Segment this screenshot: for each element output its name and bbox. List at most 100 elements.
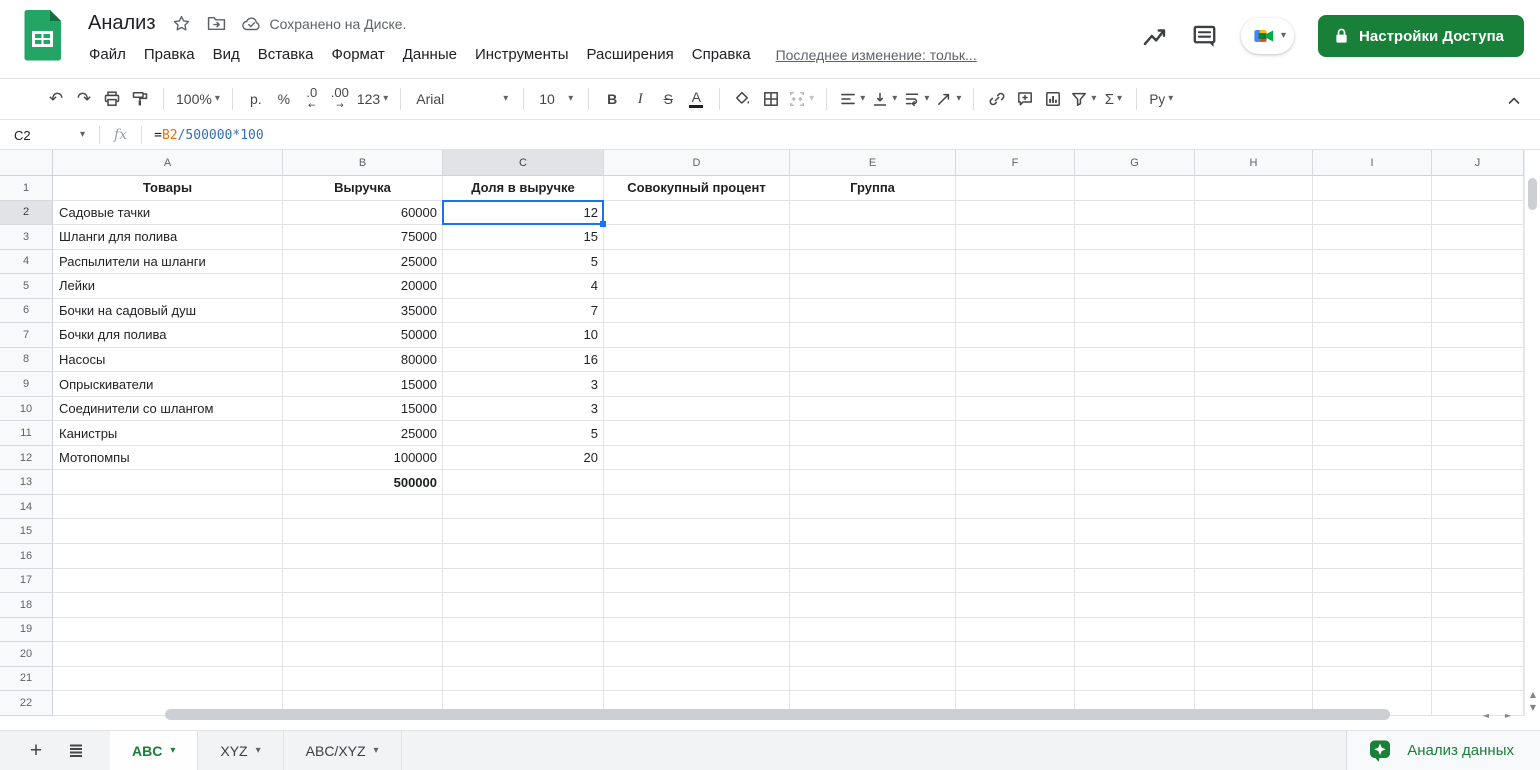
cell-A14[interactable] [53,494,283,520]
cell-I9[interactable] [1313,372,1432,397]
cell-H9[interactable] [1195,372,1313,397]
cell-G20[interactable] [1075,642,1195,667]
cell-J4[interactable] [1432,249,1524,275]
cell-B13[interactable]: 500000 [283,470,443,495]
cell-E2[interactable] [790,200,956,226]
cell-H13[interactable] [1195,470,1313,495]
row-header-6[interactable]: 6 [0,298,53,324]
row-header-12[interactable]: 12 [0,445,53,471]
meet-call-button[interactable]: ▾ [1241,18,1295,54]
row-header-22[interactable]: 22 [0,691,53,716]
cell-I2[interactable] [1313,200,1432,226]
cell-H16[interactable] [1195,543,1313,569]
cell-F3[interactable] [956,225,1075,250]
cell-F10[interactable] [956,396,1075,422]
cell-D18[interactable] [604,593,790,618]
cell-A1[interactable]: Товары [53,176,283,201]
cell-I21[interactable] [1313,666,1432,692]
cell-E3[interactable] [790,225,956,250]
cell-C6[interactable]: 7 [443,298,604,324]
cell-H15[interactable] [1195,519,1313,544]
cell-E17[interactable] [790,568,956,594]
cell-J2[interactable] [1432,200,1524,226]
cell-D8[interactable] [604,347,790,373]
cell-I1[interactable] [1313,176,1432,201]
row-header-21[interactable]: 21 [0,666,53,692]
cell-B17[interactable] [283,568,443,594]
activity-trend-icon[interactable] [1142,24,1168,48]
cell-F4[interactable] [956,249,1075,275]
cell-G21[interactable] [1075,666,1195,692]
row-header-2[interactable]: 2 [0,200,53,226]
row-header-13[interactable]: 13 [0,470,53,495]
cell-A21[interactable] [53,666,283,692]
cell-A16[interactable] [53,543,283,569]
menu-help[interactable]: Справка [683,42,760,67]
cell-G6[interactable] [1075,298,1195,324]
borders-button[interactable] [757,85,785,113]
spreadsheet-grid[interactable]: A B C D E F G H I J 1 Товары Выручка Доля в выручке Со… [0,150,1524,730]
cell-D17[interactable] [604,568,790,594]
row-header-10[interactable]: 10 [0,396,53,422]
cell-F1[interactable] [956,176,1075,201]
cell-H6[interactable] [1195,298,1313,324]
horizontal-scrollbar-thumb[interactable] [165,709,1390,720]
cell-A2[interactable]: Садовые тачки [53,200,283,226]
cell-B10[interactable]: 15000 [283,396,443,422]
cell-J21[interactable] [1432,666,1524,692]
cell-D9[interactable] [604,372,790,397]
cell-D4[interactable] [604,249,790,275]
percent-format-button[interactable]: % [270,85,298,113]
cell-A3[interactable]: Шланги для полива [53,225,283,250]
column-header-C[interactable]: C [443,150,604,176]
row-header-7[interactable]: 7 [0,323,53,348]
create-filter-button[interactable]: ▾ [1067,85,1099,113]
cell-I12[interactable] [1313,445,1432,471]
cell-F5[interactable] [956,274,1075,299]
cell-A15[interactable] [53,519,283,544]
cell-D13[interactable] [604,470,790,495]
name-box[interactable]: C2 [0,128,80,143]
scroll-right-arrow[interactable]: ► [1502,709,1514,721]
cell-A9[interactable]: Опрыскиватели [53,372,283,397]
currency-format-button[interactable]: р. [242,85,270,113]
cell-D15[interactable] [604,519,790,544]
sheet-tab-menu-caret[interactable]: ▾ [256,745,261,756]
cell-H20[interactable] [1195,642,1313,667]
cell-H5[interactable] [1195,274,1313,299]
font-family-select[interactable]: Arial ▾ [410,85,514,113]
cell-G5[interactable] [1075,274,1195,299]
cell-G9[interactable] [1075,372,1195,397]
sheets-logo-icon[interactable] [24,9,62,61]
column-header-G[interactable]: G [1075,150,1195,176]
cell-B20[interactable] [283,642,443,667]
cell-A5[interactable]: Лейки [53,274,283,299]
cell-C20[interactable] [443,642,604,667]
cell-D2[interactable] [604,200,790,226]
cell-B18[interactable] [283,593,443,618]
row-header-15[interactable]: 15 [0,519,53,544]
cell-G11[interactable] [1075,421,1195,446]
column-header-E[interactable]: E [790,150,956,176]
cell-J18[interactable] [1432,593,1524,618]
cell-H17[interactable] [1195,568,1313,594]
column-header-A[interactable]: A [53,150,283,176]
text-wrap-button[interactable]: ▾ [900,85,932,113]
column-header-D[interactable]: D [604,150,790,176]
italic-button[interactable]: I [626,85,654,113]
cell-D20[interactable] [604,642,790,667]
cell-E21[interactable] [790,666,956,692]
row-header-11[interactable]: 11 [0,421,53,446]
row-header-14[interactable]: 14 [0,494,53,520]
cell-D3[interactable] [604,225,790,250]
cell-A7[interactable]: Бочки для полива [53,323,283,348]
vertical-scrollbar[interactable]: ▲ ▼ [1524,150,1540,716]
cell-C19[interactable] [443,617,604,643]
cell-F20[interactable] [956,642,1075,667]
column-header-I[interactable]: I [1313,150,1432,176]
cell-E11[interactable] [790,421,956,446]
cell-C2[interactable]: 12 [443,200,604,226]
cell-D5[interactable] [604,274,790,299]
cell-J6[interactable] [1432,298,1524,324]
cell-B15[interactable] [283,519,443,544]
